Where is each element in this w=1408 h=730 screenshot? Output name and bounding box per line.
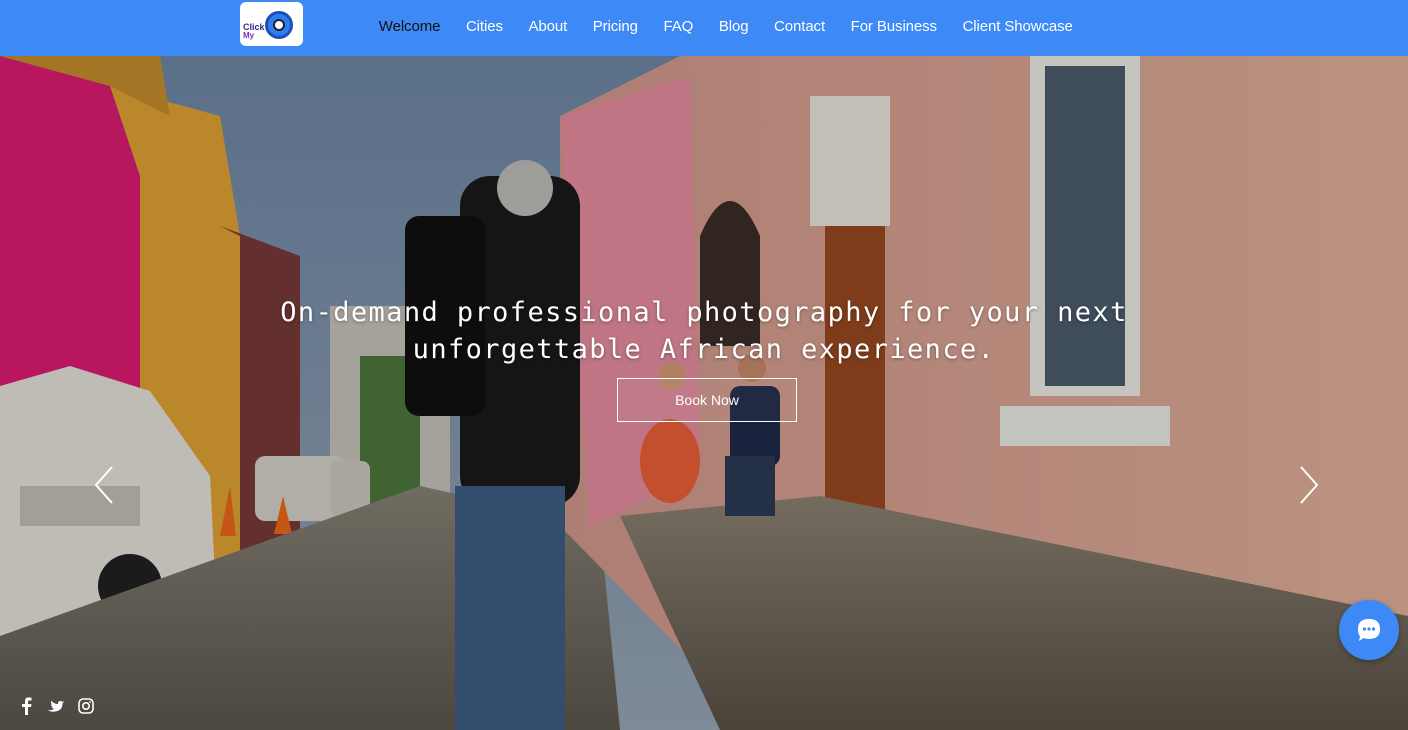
slideshow-prev-button[interactable] [92, 464, 116, 506]
facebook-icon[interactable] [16, 696, 36, 716]
book-now-button[interactable]: Book Now [617, 378, 797, 422]
nav-item-blog[interactable]: Blog [706, 18, 761, 35]
hero-slideshow: On-demand professional photography for y… [0, 56, 1408, 730]
main-nav: Welcome Cities About Pricing FAQ Blog Co… [366, 0, 1086, 52]
logo-text-my: My [243, 31, 255, 40]
slideshow-next-button[interactable] [1297, 464, 1321, 506]
nav-item-cities[interactable]: Cities [453, 18, 516, 35]
logo-decoration [283, 2, 297, 6]
site-logo[interactable]: Click My [240, 2, 303, 46]
nav-item-about[interactable]: About [516, 18, 580, 35]
instagram-icon[interactable] [76, 696, 96, 716]
chevron-left-icon [94, 466, 113, 504]
chat-widget-button[interactable] [1339, 600, 1399, 660]
chat-bubble-icon [1358, 619, 1380, 641]
nav-item-for-business[interactable]: For Business [838, 18, 950, 35]
nav-item-faq[interactable]: FAQ [651, 18, 706, 35]
social-bar [16, 696, 96, 716]
site-header: Click My Welcome Cities About Pricing FA… [0, 0, 1408, 56]
twitter-icon[interactable] [46, 696, 66, 716]
nav-item-welcome[interactable]: Welcome [366, 18, 453, 35]
nav-item-pricing[interactable]: Pricing [580, 18, 651, 35]
chevron-right-icon [1300, 466, 1319, 504]
camera-logo-icon [265, 11, 293, 39]
hero-headline: On-demand professional photography for y… [280, 297, 1128, 365]
lens-icon [273, 19, 285, 31]
nav-item-client-showcase[interactable]: Client Showcase [950, 18, 1086, 35]
nav-item-contact[interactable]: Contact [761, 18, 838, 35]
logo-decoration [246, 2, 260, 6]
